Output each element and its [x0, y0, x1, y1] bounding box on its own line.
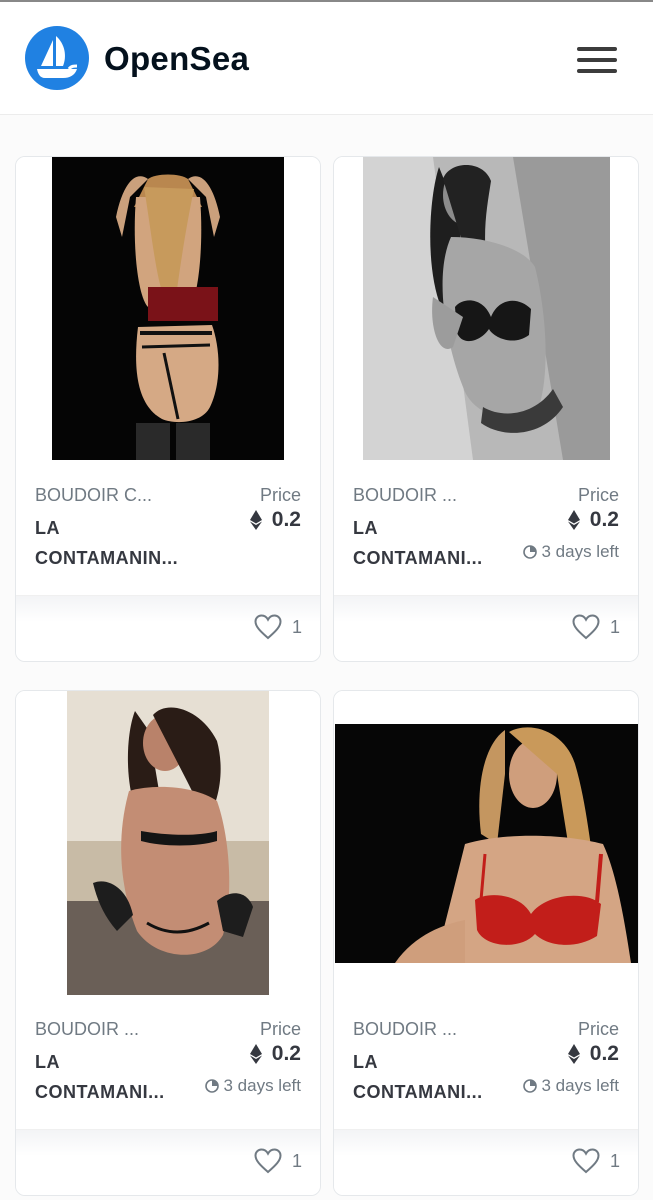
nft-info: BOUDOIR ... LA CONTAMANI... Price 0.2 3 … [16, 1009, 320, 1119]
nft-name[interactable]: LA CONTAMANI... [35, 1047, 190, 1107]
nft-image[interactable] [363, 157, 610, 460]
nft-media [334, 157, 638, 463]
nft-name[interactable]: LA CONTAMANI... [353, 1047, 508, 1107]
price-value: 0.2 [589, 1042, 619, 1065]
time-left-text: 3 days left [541, 542, 620, 561]
favorite-count: 1 [291, 616, 302, 637]
price: 0.2 [249, 1042, 301, 1066]
nft-card[interactable]: BOUDOIR ... LA CONTAMANI... Price 0.2 3 … [15, 690, 321, 1196]
price-value: 0.2 [271, 508, 301, 531]
nft-card[interactable]: BOUDOIR C... LA CONTAMANIN... Price 0.2 … [15, 156, 321, 662]
price-label: Price [259, 1019, 301, 1039]
nft-image[interactable] [52, 157, 284, 460]
price-label: Price [259, 485, 301, 505]
hamburger-menu-icon[interactable] [572, 40, 622, 80]
ethereum-icon [249, 510, 262, 530]
brand-name[interactable]: OpenSea [104, 40, 249, 78]
nft-image[interactable] [335, 724, 638, 963]
ethereum-icon [249, 1044, 262, 1064]
site-header: OpenSea [0, 2, 653, 115]
heart-icon[interactable] [572, 1148, 600, 1174]
time-left-text: 3 days left [541, 1076, 620, 1095]
price-label: Price [577, 485, 619, 505]
nft-grid: BOUDOIR C... LA CONTAMANIN... Price 0.2 … [0, 115, 653, 1200]
timer-icon [522, 545, 537, 559]
nft-image[interactable] [67, 691, 269, 995]
nft-info: BOUDOIR ... LA CONTAMANI... Price 0.2 3 … [334, 1009, 638, 1119]
favorite-count: 1 [609, 1150, 620, 1171]
price-value: 0.2 [271, 1042, 301, 1065]
card-footer: 1 [16, 1129, 320, 1195]
price: 0.2 [567, 1042, 619, 1066]
nft-name[interactable]: LA CONTAMANIN... [35, 513, 190, 573]
card-footer: 1 [16, 595, 320, 661]
collection-name[interactable]: BOUDOIR ... [353, 485, 503, 506]
nft-info: BOUDOIR C... LA CONTAMANIN... Price 0.2 [16, 475, 320, 585]
price: 0.2 [249, 508, 301, 532]
collection-name[interactable]: BOUDOIR C... [35, 485, 185, 506]
card-footer: 1 [334, 1129, 638, 1195]
price-value: 0.2 [589, 508, 619, 531]
favorite-button[interactable]: 1 [572, 614, 620, 640]
ethereum-icon [567, 510, 580, 530]
timer-icon [522, 1079, 537, 1093]
time-left: 3 days left [522, 542, 620, 562]
boat-logo-icon[interactable] [25, 26, 89, 90]
nft-name[interactable]: LA CONTAMANI... [353, 513, 508, 573]
nft-card[interactable]: BOUDOIR ... LA CONTAMANI... Price 0.2 3 … [333, 690, 639, 1196]
timer-icon [204, 1079, 219, 1093]
nft-media [16, 157, 320, 463]
nft-media [334, 691, 638, 997]
heart-icon[interactable] [572, 614, 600, 640]
favorite-button[interactable]: 1 [254, 1148, 302, 1174]
nft-media [16, 691, 320, 997]
collection-name[interactable]: BOUDOIR ... [353, 1019, 503, 1040]
ethereum-icon [567, 1044, 580, 1064]
favorite-button[interactable]: 1 [572, 1148, 620, 1174]
heart-icon[interactable] [254, 1148, 282, 1174]
favorite-count: 1 [609, 616, 620, 637]
card-footer: 1 [334, 595, 638, 661]
price: 0.2 [567, 508, 619, 532]
nft-card[interactable]: BOUDOIR ... LA CONTAMANI... Price 0.2 3 … [333, 156, 639, 662]
time-left-text: 3 days left [223, 1076, 302, 1095]
favorite-button[interactable]: 1 [254, 614, 302, 640]
heart-icon[interactable] [254, 614, 282, 640]
price-label: Price [577, 1019, 619, 1039]
favorite-count: 1 [291, 1150, 302, 1171]
collection-name[interactable]: BOUDOIR ... [35, 1019, 185, 1040]
time-left: 3 days left [522, 1076, 620, 1096]
time-left: 3 days left [204, 1076, 302, 1096]
nft-info: BOUDOIR ... LA CONTAMANI... Price 0.2 3 … [334, 475, 638, 585]
